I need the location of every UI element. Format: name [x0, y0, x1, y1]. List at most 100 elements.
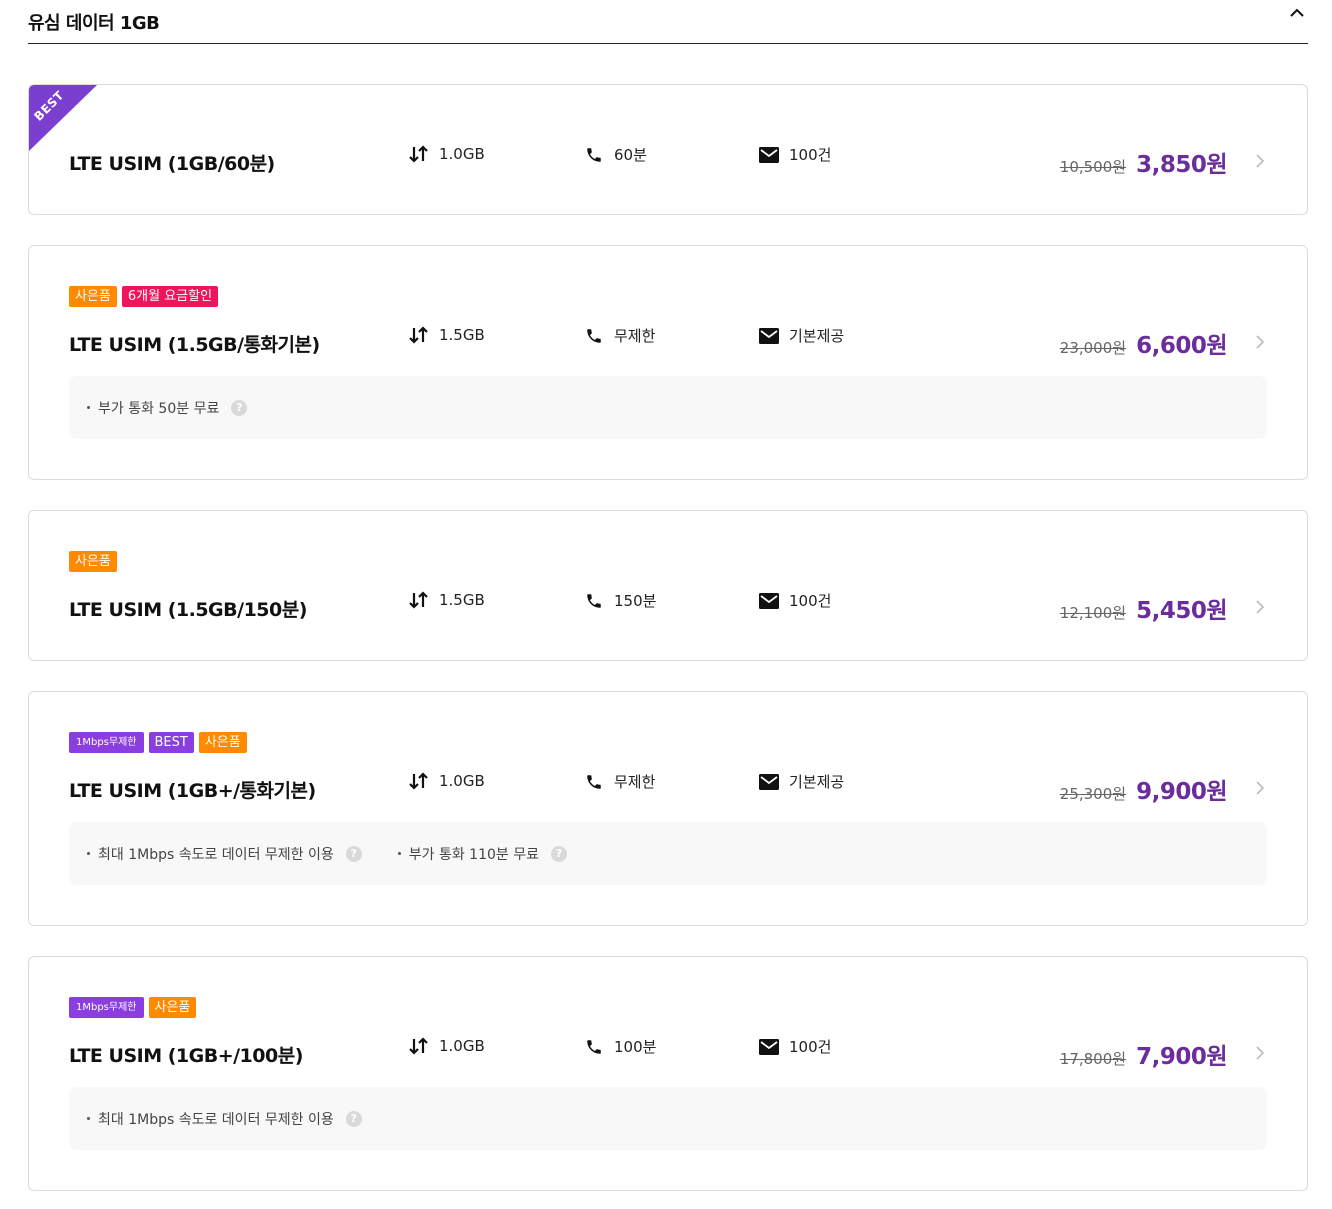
voice-value: 150분 [614, 592, 657, 610]
phone-icon [584, 145, 604, 165]
envelope-icon [759, 1037, 779, 1057]
phone-icon [584, 1037, 604, 1057]
chevron-right-icon[interactable] [1253, 334, 1267, 349]
chevron-right-icon[interactable] [1253, 153, 1267, 168]
data-transfer-arrows-icon [409, 144, 429, 164]
sms-value: 100건 [789, 592, 832, 610]
original-price: 25,300원 [1059, 785, 1127, 803]
phone-icon [584, 326, 604, 346]
phone-icon [584, 591, 604, 611]
sale-price: 7,900원 [1136, 1044, 1227, 1070]
data-spec: 1.0GB [409, 144, 485, 164]
original-price: 23,000원 [1059, 339, 1127, 357]
plan-name: LTE USIM (1.5GB/통화기본) [69, 334, 320, 356]
price-box: 10,500원 3,850원 [1060, 145, 1228, 179]
voice-spec: 무제한 [584, 325, 655, 346]
plan-card[interactable]: 1Mbps무제한 사은품 LTE USIM (1GB+/100분) 1.0GB … [28, 956, 1308, 1191]
sale-price: 6,600원 [1136, 333, 1227, 359]
benefit-item: 최대 1Mbps 속도로 데이터 무제한 이용 ? [87, 844, 362, 864]
plan-card[interactable]: 1Mbps무제한 BEST 사은품 LTE USIM (1GB+/통화기본) 1… [28, 691, 1308, 926]
benefit-text: 최대 1Mbps 속도로 데이터 무제한 이용 [98, 1111, 334, 1128]
voice-value: 60분 [614, 146, 647, 164]
badge-group: 사은품 6개월 요금할인 [69, 286, 219, 307]
sms-spec: 100건 [759, 590, 831, 611]
badge-group: 1Mbps무제한 사은품 [69, 997, 197, 1018]
voice-spec: 100분 [584, 1036, 656, 1057]
gift-badge: 사은품 [148, 997, 197, 1018]
best-badge: BEST [148, 732, 194, 753]
chevron-right-icon[interactable] [1253, 780, 1267, 795]
question-icon[interactable]: ? [231, 399, 248, 416]
data-spec: 1.5GB [409, 325, 485, 345]
benefit-text: 최대 1Mbps 속도로 데이터 무제한 이용 [98, 846, 334, 863]
discount-badge: 6개월 요금할인 [121, 286, 219, 307]
plan-name: LTE USIM (1GB/60분) [69, 153, 275, 175]
chevron-right-icon[interactable] [1253, 599, 1267, 614]
voice-spec: 무제한 [584, 771, 655, 792]
sale-price: 9,900원 [1136, 779, 1227, 805]
data-transfer-arrows-icon [409, 590, 429, 610]
section-title: 유심 데이터 1GB [28, 13, 160, 34]
unlimited-speed-badge: 1Mbps무제한 [69, 997, 144, 1018]
plan-card[interactable]: 사은품 6개월 요금할인 LTE USIM (1.5GB/통화기본) 1.5GB… [28, 245, 1308, 480]
sale-price: 3,850원 [1136, 152, 1227, 178]
data-value: 1.5GB [439, 326, 485, 344]
voice-value: 100분 [614, 1038, 657, 1056]
sms-value: 100건 [789, 146, 832, 164]
gift-badge: 사은품 [198, 732, 247, 753]
data-transfer-arrows-icon [409, 771, 429, 791]
data-value: 1.0GB [439, 772, 485, 790]
benefit-item: 최대 1Mbps 속도로 데이터 무제한 이용 ? [87, 1109, 362, 1129]
sms-value: 기본제공 [789, 327, 845, 345]
sms-spec: 100건 [759, 1036, 831, 1057]
badge-group: 사은품 [69, 551, 117, 572]
benefit-text: 부가 통화 50분 무료 [98, 400, 220, 417]
data-value: 1.0GB [439, 1037, 485, 1055]
voice-spec: 150분 [584, 590, 656, 611]
plan-card[interactable]: BEST LTE USIM (1GB/60분) 1.0GB 60분 100건 1… [28, 84, 1308, 215]
question-icon[interactable]: ? [550, 845, 567, 862]
sms-value: 기본제공 [789, 773, 845, 791]
envelope-icon [759, 326, 779, 346]
plan-name: LTE USIM (1GB+/통화기본) [69, 780, 316, 802]
price-box: 12,100원 5,450원 [1059, 591, 1228, 625]
price-box: 23,000원 6,600원 [1059, 326, 1228, 360]
data-spec: 1.0GB [409, 1036, 485, 1056]
envelope-icon [759, 772, 779, 792]
data-value: 1.5GB [439, 591, 485, 609]
data-transfer-arrows-icon [409, 1036, 429, 1056]
benefit-box: 최대 1Mbps 속도로 데이터 무제한 이용 ? 부가 통화 110분 무료 … [69, 822, 1267, 885]
section-header: 유심 데이터 1GB [28, 0, 1308, 44]
question-icon[interactable]: ? [345, 1110, 362, 1127]
badge-group: 1Mbps무제한 BEST 사은품 [69, 732, 247, 753]
voice-value: 무제한 [614, 327, 656, 345]
sms-spec: 100건 [759, 144, 831, 165]
gift-badge: 사은품 [69, 286, 117, 307]
price-box: 17,800원 7,900원 [1059, 1037, 1228, 1071]
plan-name: LTE USIM (1GB+/100분) [69, 1045, 303, 1067]
benefit-item: 부가 통화 110분 무료 ? [397, 844, 567, 864]
data-value: 1.0GB [439, 145, 485, 163]
data-spec: 1.5GB [409, 590, 485, 610]
price-box: 25,300원 9,900원 [1059, 772, 1228, 806]
chevron-up-icon[interactable] [1286, 2, 1308, 24]
question-icon[interactable]: ? [345, 845, 362, 862]
voice-value: 무제한 [614, 773, 656, 791]
voice-spec: 60분 [584, 144, 647, 165]
sms-spec: 기본제공 [759, 325, 844, 346]
data-spec: 1.0GB [409, 771, 485, 791]
benefit-text: 부가 통화 110분 무료 [408, 846, 539, 863]
benefit-item: 부가 통화 50분 무료 ? [87, 398, 248, 418]
best-ribbon: BEST [29, 85, 97, 151]
sale-price: 5,450원 [1136, 598, 1227, 624]
original-price: 12,100원 [1059, 604, 1127, 622]
chevron-right-icon[interactable] [1253, 1045, 1267, 1060]
envelope-icon [759, 591, 779, 611]
data-transfer-arrows-icon [409, 325, 429, 345]
phone-icon [584, 772, 604, 792]
original-price: 17,800원 [1059, 1050, 1127, 1068]
sms-value: 100건 [789, 1038, 832, 1056]
plan-card[interactable]: 사은품 LTE USIM (1.5GB/150분) 1.5GB 150분 100… [28, 510, 1308, 661]
gift-badge: 사은품 [69, 551, 117, 572]
envelope-icon [759, 145, 779, 165]
